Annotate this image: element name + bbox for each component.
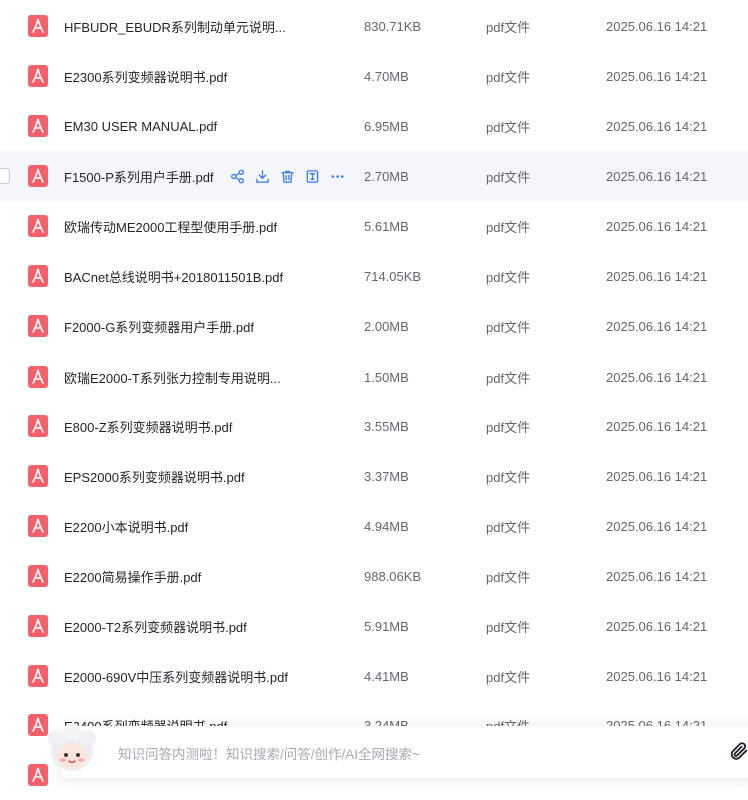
pdf-file-icon — [28, 315, 48, 337]
mascot-avatar-icon[interactable] — [42, 722, 102, 782]
file-row[interactable]: EM30 USER MANUAL.pdf 6.95MB pdf文件 2025.0… — [0, 101, 748, 151]
file-date: 2025.06.16 14:21 — [606, 618, 708, 634]
file-type: pdf文件 — [486, 370, 531, 386]
assistant-input[interactable]: 知识问答内测啦！知识搜索/问答/创作/AI全网搜索~ — [118, 743, 420, 763]
file-size: 3.37MB — [364, 468, 409, 484]
ai-assistant-bar[interactable]: 知识问答内测啦！知识搜索/问答/创作/AI全网搜索~ — [60, 726, 748, 778]
file-name[interactable]: E2300系列变频器说明书.pdf — [64, 67, 227, 86]
pdf-file-icon — [28, 415, 48, 437]
file-row[interactable]: HFBUDR_EBUDR系列制动单元说明... 830.71KB pdf文件 2… — [0, 1, 748, 51]
file-size: 1.50MB — [364, 369, 409, 385]
file-type: pdf文件 — [486, 169, 531, 185]
pdf-file-icon — [28, 15, 48, 37]
pdf-file-icon — [28, 265, 48, 287]
file-date: 2025.06.16 14:21 — [606, 218, 708, 234]
share-icon[interactable] — [228, 167, 247, 186]
file-size: 830.71KB — [364, 18, 422, 34]
file-type: pdf文件 — [486, 69, 531, 85]
file-date: 2025.06.16 14:21 — [606, 168, 708, 184]
file-date: 2025.06.16 14:21 — [606, 268, 708, 284]
pdf-file-icon — [28, 465, 48, 487]
file-type: pdf文件 — [486, 319, 531, 335]
pdf-file-icon — [28, 215, 48, 237]
file-type: pdf文件 — [486, 219, 531, 235]
file-row[interactable]: BACnet总线说明书+2018011501B.pdf 714.05KB pdf… — [0, 251, 748, 301]
file-row[interactable]: F2000-G系列变频器用户手册.pdf 2.00MB pdf文件 2025.0… — [0, 301, 748, 351]
pdf-file-icon — [28, 165, 48, 187]
file-size: 2.00MB — [364, 318, 409, 334]
file-row[interactable]: E2000-690V中压系列变频器说明书.pdf 4.41MB pdf文件 20… — [0, 651, 748, 701]
file-size: 4.41MB — [364, 668, 409, 684]
file-name[interactable]: 欧瑞传动ME2000工程型使用手册.pdf — [64, 217, 277, 236]
file-size: 5.91MB — [364, 618, 409, 634]
file-name[interactable]: F2000-G系列变频器用户手册.pdf — [64, 317, 254, 336]
rename-icon[interactable] — [303, 167, 322, 186]
file-date: 2025.06.16 14:21 — [606, 118, 708, 134]
more-icon[interactable] — [328, 167, 347, 186]
file-size: 5.61MB — [364, 218, 409, 234]
pdf-file-icon — [28, 665, 48, 687]
file-date: 2025.06.16 14:21 — [606, 68, 708, 84]
file-date: 2025.06.16 14:21 — [606, 668, 708, 684]
file-date: 2025.06.16 14:21 — [606, 518, 708, 534]
file-name[interactable]: 欧瑞E2000-T系列张力控制专用说明... — [64, 368, 281, 387]
file-row[interactable]: 欧瑞传动ME2000工程型使用手册.pdf 5.61MB pdf文件 2025.… — [0, 201, 748, 251]
file-type: pdf文件 — [486, 419, 531, 435]
file-row[interactable]: E2200小本说明书.pdf 4.94MB pdf文件 2025.06.16 1… — [0, 501, 748, 551]
delete-icon[interactable] — [278, 167, 297, 186]
pdf-file-icon — [28, 65, 48, 87]
pdf-file-icon — [28, 515, 48, 537]
file-name[interactable]: HFBUDR_EBUDR系列制动单元说明... — [64, 17, 286, 36]
file-size: 988.06KB — [364, 568, 422, 584]
file-name[interactable]: EPS2000系列变频器说明书.pdf — [64, 467, 245, 486]
file-size: 6.95MB — [364, 118, 409, 134]
row-checkbox[interactable] — [0, 168, 10, 184]
download-icon[interactable] — [253, 167, 272, 186]
file-size: 4.94MB — [364, 518, 409, 534]
file-size: 4.70MB — [364, 68, 409, 84]
pdf-file-icon — [28, 565, 48, 587]
file-row[interactable]: E800-Z系列变频器说明书.pdf 3.55MB pdf文件 2025.06.… — [0, 401, 748, 451]
file-type: pdf文件 — [486, 669, 531, 685]
pdf-file-icon — [28, 115, 48, 137]
file-type: pdf文件 — [486, 519, 531, 535]
attachment-icon[interactable] — [728, 740, 748, 762]
file-row[interactable]: E2000-T2系列变频器说明书.pdf 5.91MB pdf文件 2025.0… — [0, 601, 748, 651]
file-name[interactable]: E2200简易操作手册.pdf — [64, 567, 201, 586]
file-type: pdf文件 — [486, 19, 531, 35]
file-type: pdf文件 — [486, 469, 531, 485]
file-row[interactable]: 欧瑞E2000-T系列张力控制专用说明... 1.50MB pdf文件 2025… — [0, 352, 748, 402]
file-row[interactable]: E2300系列变频器说明书.pdf 4.70MB pdf文件 2025.06.1… — [0, 51, 748, 101]
file-date: 2025.06.16 14:21 — [606, 418, 708, 434]
file-name[interactable]: F1500-P系列用户手册.pdf — [64, 167, 214, 186]
file-size: 3.55MB — [364, 418, 409, 434]
file-size: 2.70MB — [364, 168, 409, 184]
file-row[interactable]: E2200简易操作手册.pdf 988.06KB pdf文件 2025.06.1… — [0, 551, 748, 601]
row-actions — [228, 167, 347, 186]
file-date: 2025.06.16 14:21 — [606, 468, 708, 484]
pdf-file-icon — [28, 615, 48, 637]
file-name[interactable]: E2200小本说明书.pdf — [64, 517, 188, 536]
file-row-hovered[interactable]: F1500-P系列用户手册.pdf 2.70MB pdf文件 2025.06.1… — [0, 151, 748, 201]
pdf-file-icon — [28, 366, 48, 388]
file-name[interactable]: BACnet总线说明书+2018011501B.pdf — [64, 267, 283, 286]
file-type: pdf文件 — [486, 619, 531, 635]
file-row[interactable]: EPS2000系列变频器说明书.pdf 3.37MB pdf文件 2025.06… — [0, 451, 748, 501]
file-date: 2025.06.16 14:21 — [606, 318, 708, 334]
file-type: pdf文件 — [486, 119, 531, 135]
file-name[interactable]: E2000-T2系列变频器说明书.pdf — [64, 617, 247, 636]
file-type: pdf文件 — [486, 269, 531, 285]
file-size: 714.05KB — [364, 268, 422, 284]
file-date: 2025.06.16 14:21 — [606, 18, 708, 34]
file-name[interactable]: E800-Z系列变频器说明书.pdf — [64, 417, 232, 436]
file-date: 2025.06.16 14:21 — [606, 369, 708, 385]
file-name[interactable]: EM30 USER MANUAL.pdf — [64, 119, 217, 134]
file-type: pdf文件 — [486, 569, 531, 585]
file-date: 2025.06.16 14:21 — [606, 568, 708, 584]
file-name[interactable]: E2000-690V中压系列变频器说明书.pdf — [64, 667, 288, 686]
